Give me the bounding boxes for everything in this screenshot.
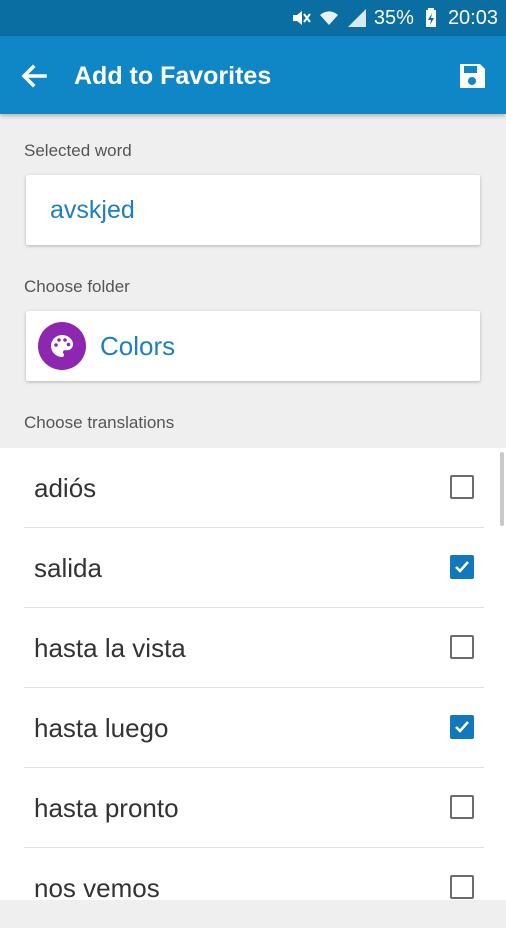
translation-checkbox[interactable]: [450, 795, 474, 819]
arrow-left-icon[interactable]: [18, 60, 50, 92]
mute-icon: [290, 7, 312, 29]
list-item[interactable]: hasta pronto: [24, 768, 484, 848]
signal-icon: [346, 7, 368, 29]
battery-charging-icon: [420, 7, 442, 29]
translation-label: hasta la vista: [34, 633, 186, 663]
translations-list[interactable]: adiós salida hasta la vista hasta luego …: [0, 448, 506, 903]
checkmark-icon: [455, 561, 469, 573]
list-item[interactable]: adiós: [24, 448, 484, 528]
selected-word-card[interactable]: avskjed: [26, 175, 480, 245]
list-item[interactable]: hasta luego: [24, 688, 484, 768]
clock: 20:03: [447, 6, 498, 29]
selected-word-value: avskjed: [50, 196, 135, 224]
translation-label: nos vemos: [34, 873, 160, 903]
list-item[interactable]: hasta la vista: [24, 608, 484, 688]
choose-folder-label: Choose folder: [24, 277, 130, 296]
folder-selector[interactable]: Colors: [26, 311, 480, 381]
page-title: Add to Favorites: [74, 62, 272, 90]
wifi-icon: [318, 7, 340, 29]
battery-percent: 35%: [373, 6, 414, 29]
translation-checkbox[interactable]: [450, 715, 474, 739]
checkmark-icon: [455, 721, 469, 733]
choose-translations-label: Choose translations: [24, 413, 175, 432]
status-bar: 35% 20:03: [0, 0, 506, 36]
translation-checkbox[interactable]: [450, 875, 474, 899]
floppy-disk-icon[interactable]: [456, 60, 488, 92]
selected-word-label: Selected word: [24, 141, 132, 160]
list-item[interactable]: salida: [24, 528, 484, 608]
scrollbar[interactable]: [500, 452, 504, 526]
translation-label: hasta pronto: [34, 793, 179, 823]
translation-checkbox[interactable]: [450, 555, 474, 579]
palette-icon: [38, 322, 86, 370]
list-item[interactable]: nos vemos: [24, 848, 484, 928]
translation-label: hasta luego: [34, 713, 169, 743]
folder-name: Colors: [100, 331, 176, 361]
app-bar: Add to Favorites: [0, 36, 506, 114]
translation-label: salida: [34, 553, 102, 583]
translation-label: adiós: [34, 473, 97, 503]
translation-checkbox[interactable]: [450, 635, 474, 659]
translation-checkbox[interactable]: [450, 475, 474, 499]
